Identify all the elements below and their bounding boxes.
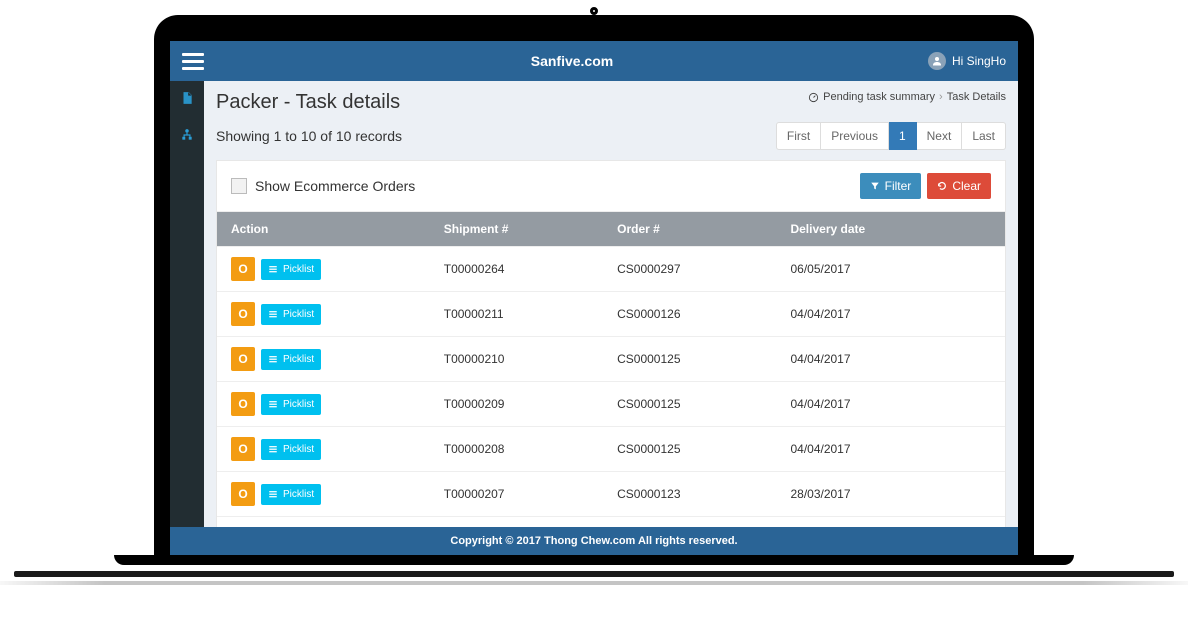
laptop-base [154, 555, 1034, 593]
list-icon [268, 354, 278, 364]
menu-toggle-icon[interactable] [182, 53, 204, 70]
pagination: First Previous 1 Next Last [776, 122, 1006, 150]
avatar-icon [928, 52, 946, 70]
list-icon [268, 399, 278, 409]
page-first-button[interactable]: First [776, 122, 821, 150]
breadcrumb-item-2: Task Details [947, 91, 1006, 103]
breadcrumb-sep: › [939, 91, 943, 103]
cell-shipment: T00000194 [430, 517, 603, 528]
dashboard-icon [808, 92, 819, 103]
checkbox-label: Show Ecommerce Orders [255, 178, 415, 194]
cell-shipment: T00000209 [430, 382, 603, 427]
card-actions: Filter Clear [860, 173, 991, 199]
list-icon [268, 444, 278, 454]
cell-shipment: T00000207 [430, 472, 603, 517]
cell-delivery: 24/03/2017 [776, 517, 1005, 528]
action-o-button[interactable]: O [231, 302, 255, 326]
laptop-frame: Sanfive.com Hi SingHo [154, 15, 1034, 593]
cell-delivery: 06/05/2017 [776, 247, 1005, 292]
cell-delivery: 04/04/2017 [776, 337, 1005, 382]
action-o-button[interactable]: O [231, 482, 255, 506]
cell-delivery: 04/04/2017 [776, 292, 1005, 337]
list-icon [268, 264, 278, 274]
cell-shipment: T00000210 [430, 337, 603, 382]
cell-shipment: T00000211 [430, 292, 603, 337]
show-ecommerce-checkbox[interactable]: Show Ecommerce Orders [231, 178, 415, 194]
task-table: Action Shipment # Order # Delivery date … [217, 212, 1005, 527]
cell-order: CS0000110 [603, 517, 776, 528]
page-previous-button[interactable]: Previous [821, 122, 889, 150]
card: Show Ecommerce Orders Filter Clear [216, 160, 1006, 527]
refresh-icon [937, 181, 947, 191]
footer: Copyright © 2017 Thong Chew.com All righ… [170, 527, 1018, 555]
brand-title: Sanfive.com [216, 53, 928, 69]
copyright: Copyright © 2017 Thong Chew.com All righ… [450, 535, 737, 547]
col-shipment: Shipment # [430, 212, 603, 247]
app-screen: Sanfive.com Hi SingHo [170, 41, 1018, 555]
cell-delivery: 04/04/2017 [776, 382, 1005, 427]
cell-shipment: T00000208 [430, 427, 603, 472]
body-wrap: Packer - Task details Pending task summa… [170, 81, 1018, 527]
sidebar-item-org[interactable] [180, 128, 194, 147]
breadcrumb: Pending task summary › Task Details [808, 91, 1006, 103]
subheader: Showing 1 to 10 of 10 records First Prev… [216, 122, 1006, 150]
table-row: O Picklist T00000210CS000012504/04/2017 [217, 337, 1005, 382]
content-area: Packer - Task details Pending task summa… [204, 81, 1018, 527]
page-next-button[interactable]: Next [917, 122, 963, 150]
card-header: Show Ecommerce Orders Filter Clear [217, 161, 1005, 212]
action-o-button[interactable]: O [231, 257, 255, 281]
page-last-button[interactable]: Last [962, 122, 1006, 150]
page-header: Packer - Task details Pending task summa… [216, 91, 1006, 114]
cell-delivery: 28/03/2017 [776, 472, 1005, 517]
picklist-button[interactable]: Picklist [261, 259, 321, 280]
page-title: Packer - Task details [216, 91, 400, 114]
cell-shipment: T00000264 [430, 247, 603, 292]
table-row: O Picklist T00000211CS000012604/04/2017 [217, 292, 1005, 337]
table-row: O Picklist T00000209CS000012504/04/2017 [217, 382, 1005, 427]
cell-order: CS0000297 [603, 247, 776, 292]
action-o-button[interactable]: O [231, 437, 255, 461]
laptop-camera [590, 7, 598, 15]
cell-delivery: 04/04/2017 [776, 427, 1005, 472]
picklist-button[interactable]: Picklist [261, 484, 321, 505]
sidebar [170, 81, 204, 527]
picklist-button[interactable]: Picklist [261, 304, 321, 325]
sidebar-item-document[interactable] [180, 91, 194, 110]
cell-order: CS0000125 [603, 337, 776, 382]
records-summary: Showing 1 to 10 of 10 records [216, 128, 402, 144]
breadcrumb-item-1[interactable]: Pending task summary [823, 91, 935, 103]
filter-button[interactable]: Filter [860, 173, 922, 199]
cell-order: CS0000126 [603, 292, 776, 337]
table-row: O Picklist T00000208CS000012504/04/2017 [217, 427, 1005, 472]
user-menu[interactable]: Hi SingHo [928, 52, 1006, 70]
list-icon [268, 489, 278, 499]
table-row: O Picklist T00000264CS000029706/05/2017 [217, 247, 1005, 292]
page-1-button[interactable]: 1 [889, 122, 917, 150]
table-row: O Picklist T00000207CS000012328/03/2017 [217, 472, 1005, 517]
col-delivery: Delivery date [776, 212, 1005, 247]
user-greeting: Hi SingHo [952, 54, 1006, 68]
table-row: OPicklistT00000194CS000011024/03/2017 [217, 517, 1005, 528]
list-icon [268, 309, 278, 319]
action-o-button[interactable]: O [231, 347, 255, 371]
col-action: Action [217, 212, 430, 247]
funnel-icon [870, 181, 880, 191]
cell-order: CS0000125 [603, 382, 776, 427]
checkbox-icon [231, 178, 247, 194]
picklist-button[interactable]: Picklist [261, 394, 321, 415]
picklist-button[interactable]: Picklist [261, 349, 321, 370]
topbar: Sanfive.com Hi SingHo [170, 41, 1018, 81]
picklist-button[interactable]: Picklist [261, 439, 321, 460]
action-o-button[interactable]: O [231, 392, 255, 416]
cell-order: CS0000123 [603, 472, 776, 517]
col-order: Order # [603, 212, 776, 247]
laptop-bezel: Sanfive.com Hi SingHo [154, 15, 1034, 555]
clear-button[interactable]: Clear [927, 173, 991, 199]
cell-order: CS0000125 [603, 427, 776, 472]
